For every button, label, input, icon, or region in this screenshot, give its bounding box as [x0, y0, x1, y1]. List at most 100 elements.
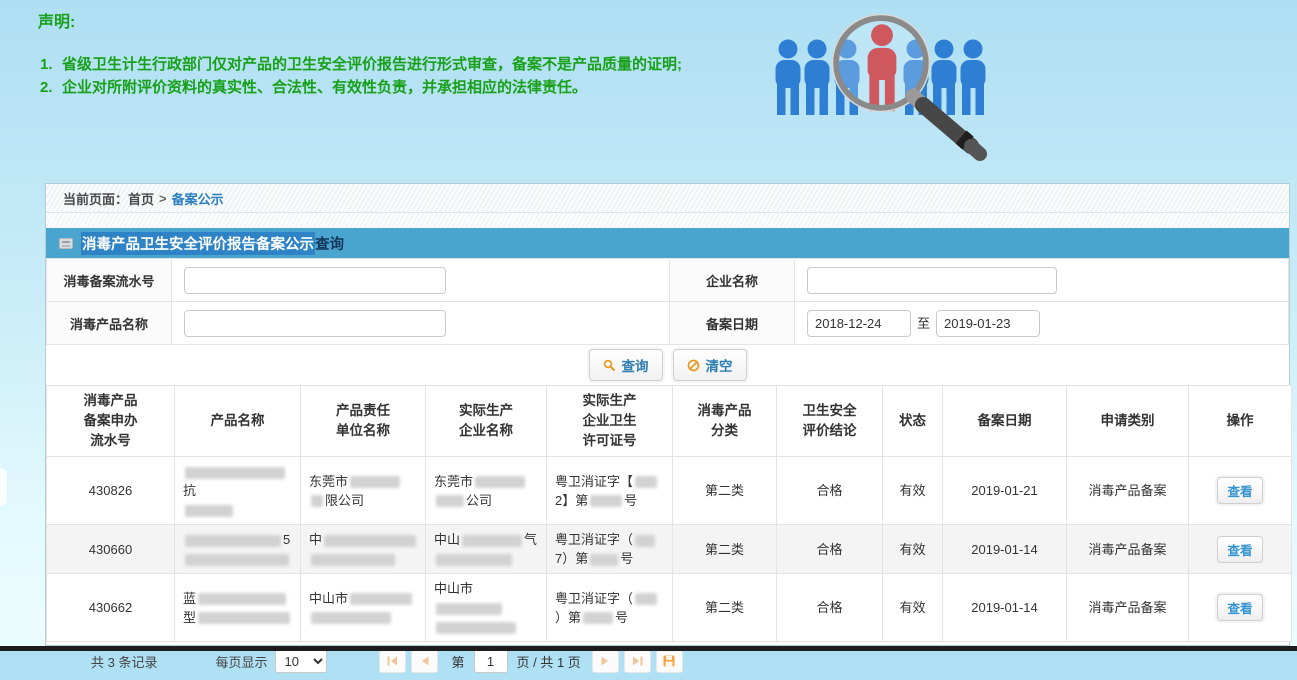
section-title-bar: 消毒产品卫生安全评价报告备案公示 查询 — [46, 228, 1289, 258]
breadcrumb-current-link[interactable]: 备案公示 — [172, 189, 224, 208]
cell-producer: 东莞市公司 — [426, 457, 547, 525]
cell-product: 蓝型 — [175, 574, 301, 642]
cell-product: 抗 — [175, 457, 301, 525]
redacted-text — [590, 495, 622, 507]
cell-date: 2019-01-21 — [943, 457, 1067, 525]
serial-input[interactable] — [184, 267, 446, 294]
declaration: 声明: 省级卫生计生行政部门仅对产品的卫生安全评价报告进行形式审查，备案不是产品… — [38, 8, 783, 100]
cell-serial: 430826 — [47, 457, 175, 525]
clear-button-label: 清空 — [706, 355, 733, 375]
cell-operation: 查看 — [1189, 525, 1292, 574]
table-row: 430826抗东莞市限公司东莞市公司粤卫消证字【2】第号第二类合格有效2019-… — [47, 457, 1292, 525]
search-form: 消毒备案流水号 企业名称 消毒产品名称 备案日期 至 — [46, 258, 1289, 345]
page-prefix-label: 第 — [451, 652, 464, 671]
redacted-text — [185, 554, 289, 566]
view-button[interactable]: 查看 — [1217, 536, 1262, 563]
people-illustration — [775, 6, 1020, 164]
redacted-text — [635, 476, 657, 488]
cell-producer: 中山气 — [426, 525, 547, 574]
redacted-text — [324, 535, 416, 547]
company-label: 企业名称 — [670, 259, 795, 302]
table-row: 430662蓝型中山市中山市粤卫消证字（）第号第二类合格有效2019-01-14… — [47, 574, 1292, 642]
redacted-text — [350, 593, 412, 605]
declaration-item: 省级卫生计生行政部门仅对产品的卫生安全评价报告进行形式审查，备案不是产品质量的证… — [38, 54, 783, 75]
date-from-input[interactable] — [807, 310, 911, 337]
prev-page-icon — [421, 656, 429, 666]
cell-category: 第二类 — [673, 457, 777, 525]
redacted-text — [198, 593, 286, 605]
main-panel: 当前页面：首页 > 备案公示 消毒产品卫生安全评价报告备案公示 查询 消毒备案流… — [45, 183, 1290, 646]
next-page-icon — [601, 656, 609, 666]
next-page-button[interactable] — [592, 650, 619, 673]
export-button[interactable] — [656, 650, 683, 673]
company-input[interactable] — [807, 267, 1057, 294]
declaration-title: 声明: — [38, 8, 783, 32]
table-row: 4306605中中山气粤卫消证字（7）第号第二类合格有效2019-01-14消毒… — [47, 525, 1292, 574]
header-apply-type: 申请类别 — [1067, 386, 1189, 457]
redacted-text — [311, 554, 395, 566]
save-export-icon — [663, 655, 675, 667]
header-product-name: 产品名称 — [175, 386, 301, 457]
date-to-input[interactable] — [936, 310, 1040, 337]
date-to-label: 至 — [917, 316, 930, 331]
cell-conclusion: 合格 — [777, 574, 883, 642]
cell-product: 5 — [175, 525, 301, 574]
redacted-text — [590, 554, 618, 566]
declaration-item: 企业对所附评价资料的真实性、合法性、有效性负责，并承担相应的法律责任。 — [38, 77, 783, 98]
redacted-text — [436, 622, 516, 634]
header-responsible-unit: 产品责任 单位名称 — [301, 386, 426, 457]
redacted-text — [350, 476, 400, 488]
header-category: 消毒产品 分类 — [673, 386, 777, 457]
clear-icon — [687, 359, 700, 372]
header-date: 备案日期 — [943, 386, 1067, 457]
breadcrumb-home[interactable]: 当前页面：首页 — [63, 189, 154, 208]
cell-date: 2019-01-14 — [943, 525, 1067, 574]
records-table-header: 消毒产品 备案申办 流水号 产品名称 产品责任 单位名称 实际生产 企业名称 实… — [47, 386, 1292, 457]
header-operation: 操作 — [1189, 386, 1292, 457]
first-page-icon — [387, 656, 398, 666]
header-license: 实际生产 企业卫生 许可证号 — [547, 386, 673, 457]
product-input[interactable] — [184, 310, 446, 337]
clear-button[interactable]: 清空 — [673, 349, 747, 381]
cell-apply_type: 消毒产品备案 — [1067, 574, 1189, 642]
cell-producer: 中山市 — [426, 574, 547, 642]
first-page-button[interactable] — [379, 650, 406, 673]
cell-status: 有效 — [883, 457, 943, 525]
header-serial: 消毒产品 备案申办 流水号 — [47, 386, 175, 457]
cell-status: 有效 — [883, 574, 943, 642]
page-number-input[interactable] — [474, 649, 508, 673]
per-page-label: 每页显示 — [215, 652, 267, 671]
search-button[interactable]: 查询 — [589, 349, 663, 381]
list-icon — [59, 238, 73, 249]
company-input-cell — [795, 259, 1289, 302]
serial-label: 消毒备案流水号 — [47, 259, 172, 302]
magnifier-icon — [833, 15, 981, 155]
product-label: 消毒产品名称 — [47, 302, 172, 345]
prev-page-button[interactable] — [411, 650, 438, 673]
redacted-text — [635, 535, 655, 547]
cell-operation: 查看 — [1189, 457, 1292, 525]
header-conclusion: 卫生安全 评价结论 — [777, 386, 883, 457]
left-edge-notch — [0, 468, 7, 506]
cell-category: 第二类 — [673, 525, 777, 574]
date-label: 备案日期 — [670, 302, 795, 345]
view-button[interactable]: 查看 — [1217, 594, 1262, 621]
serial-input-cell — [172, 259, 670, 302]
search-button-label: 查询 — [622, 355, 649, 375]
redacted-text — [436, 603, 502, 615]
redacted-text — [311, 612, 391, 624]
redacted-text — [436, 495, 464, 507]
redacted-text — [198, 612, 290, 624]
action-buttons-row: 查询 清空 — [46, 345, 1289, 385]
view-button[interactable]: 查看 — [1217, 477, 1262, 504]
breadcrumb: 当前页面：首页 > 备案公示 — [46, 184, 1289, 213]
people-magnifier-graphic — [775, 6, 1020, 164]
redacted-text — [475, 476, 525, 488]
cell-license: 粤卫消证字（7）第号 — [547, 525, 673, 574]
cell-serial: 430660 — [47, 525, 175, 574]
per-page-select[interactable]: 10 — [275, 649, 327, 673]
page-suffix-label: 页 / 共 1 页 — [517, 652, 581, 671]
pager: 第 页 / 共 1 页 — [379, 649, 682, 673]
cell-responsible_unit: 中山市 — [301, 574, 426, 642]
last-page-button[interactable] — [624, 650, 651, 673]
